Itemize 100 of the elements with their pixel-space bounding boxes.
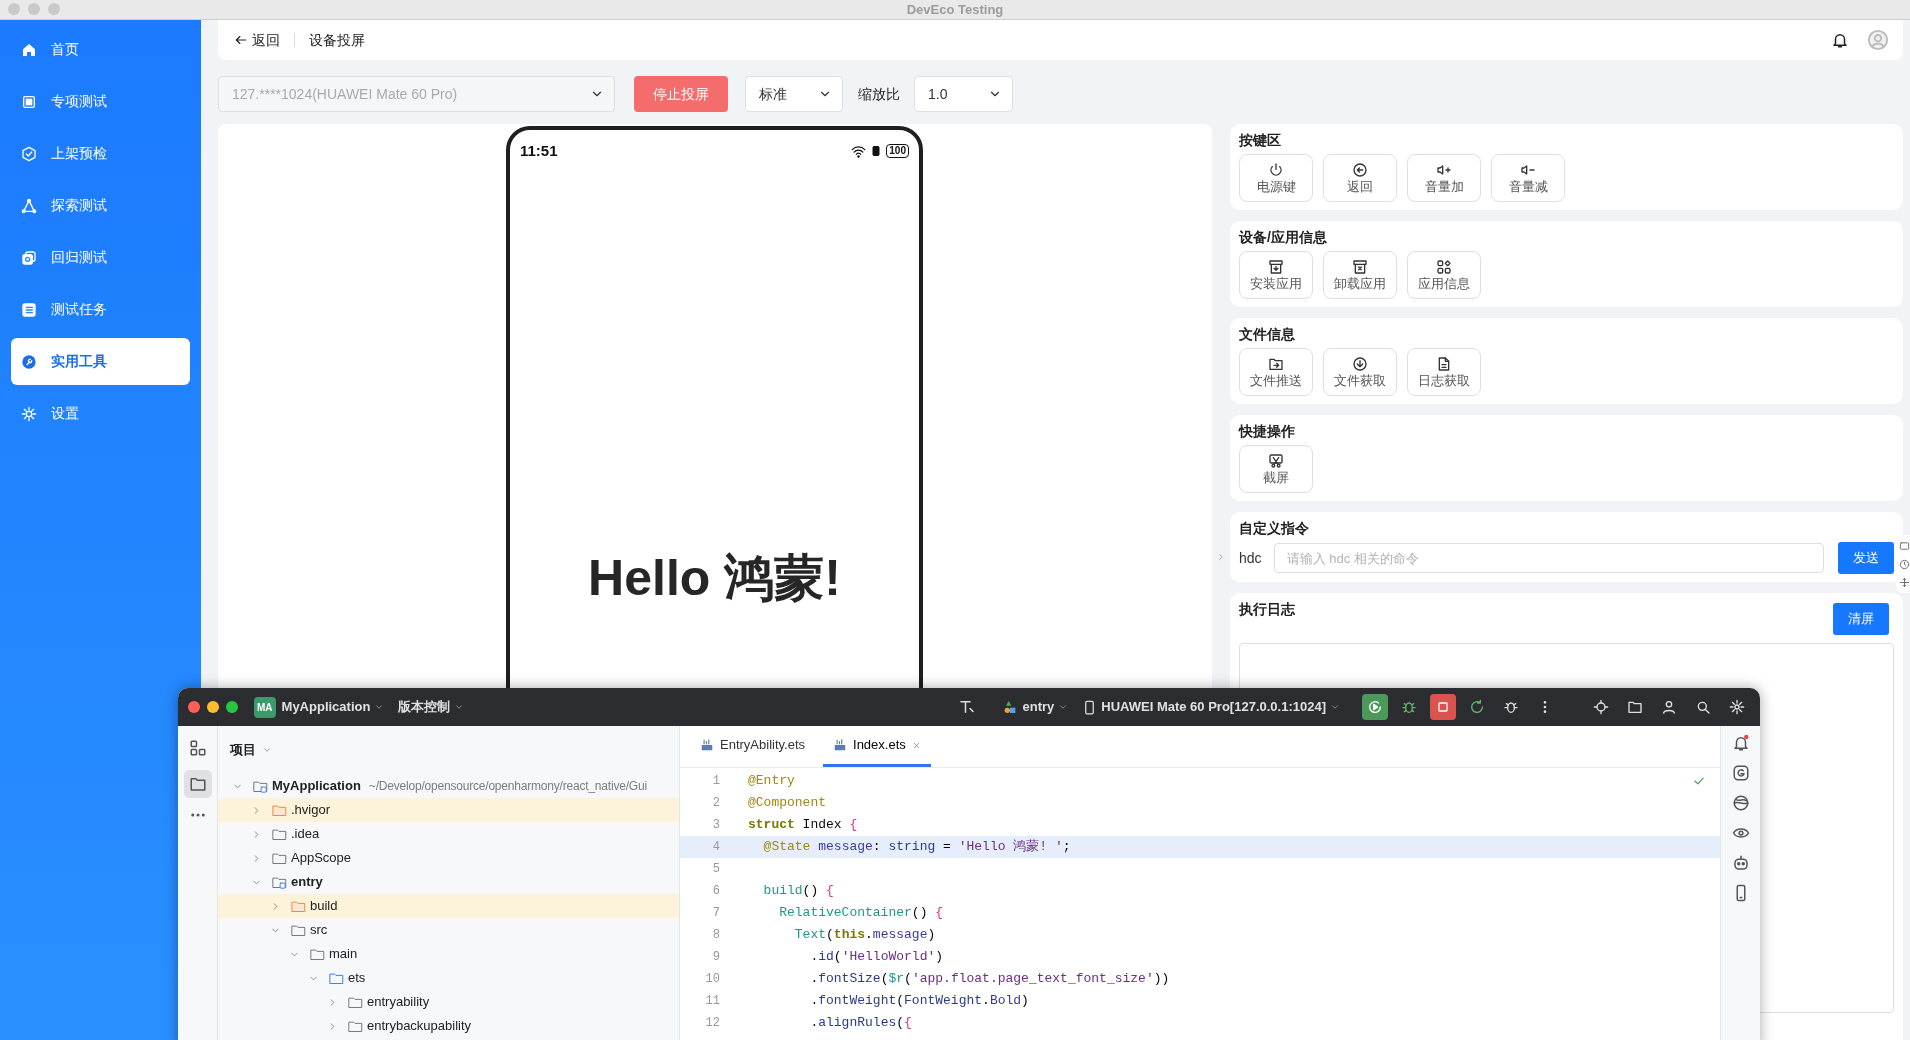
tool-button[interactable]: 电源键 — [1239, 154, 1313, 202]
sidebar-item[interactable]: 首页 — [11, 26, 190, 73]
command-prefix: hdc — [1239, 548, 1262, 568]
vcs-dropdown[interactable]: 版本控制 — [398, 697, 465, 717]
scissors-icon — [1268, 452, 1284, 469]
code-line: .fontSize($r('app.float.page_text_font_size')) — [809, 970, 1170, 989]
clock-icon[interactable] — [1899, 558, 1910, 570]
ets-file-icon — [700, 738, 714, 752]
sidebar-item[interactable]: 专项测试 — [11, 78, 190, 125]
ets-file-icon — [833, 738, 847, 752]
line-number: 8 — [711, 927, 720, 944]
tool-button[interactable]: 应用信息 — [1407, 251, 1481, 299]
download-circle-icon — [1352, 355, 1368, 372]
window-control[interactable] — [207, 701, 219, 713]
line-number: 12 — [704, 1015, 720, 1032]
bug-icon[interactable] — [1401, 699, 1417, 715]
bell-icon[interactable] — [1731, 734, 1750, 752]
code-line: @Entry — [748, 772, 795, 791]
tool-button[interactable]: 安装应用 — [1239, 251, 1313, 299]
tool-window-button[interactable] — [183, 770, 212, 798]
run-config-dropdown[interactable]: entry — [1002, 697, 1069, 717]
person-icon[interactable] — [1661, 699, 1677, 715]
g-letter-icon[interactable] — [1731, 764, 1750, 782]
tree-item[interactable]: entry — [291, 872, 323, 892]
clear-button[interactable]: 清屏 — [1833, 603, 1889, 635]
code-line: Text(this.message) — [793, 926, 936, 945]
code-line: struct Index { — [748, 816, 858, 835]
line-number: 3 — [711, 817, 720, 834]
sidebar-item[interactable]: 测试任务 — [11, 286, 190, 333]
code-line: build() { — [762, 882, 834, 901]
run-icon — [1367, 699, 1383, 715]
pane-title[interactable]: 项目 — [230, 740, 256, 760]
send-button[interactable]: 发送 — [1838, 542, 1894, 574]
chevron-down-icon — [1330, 702, 1340, 712]
tool-button[interactable]: 文件推送 — [1239, 348, 1313, 396]
chevron-down-icon — [454, 702, 465, 712]
project-badge: MA — [254, 696, 276, 718]
project-path: ~/Develop/opensource/openharmony/react_native/Gui — [368, 778, 647, 795]
tree-item[interactable]: build — [310, 896, 338, 916]
tool-button[interactable]: 文件获取 — [1323, 348, 1397, 396]
robot-icon[interactable] — [1731, 854, 1750, 872]
chevron-down-icon — [1058, 702, 1069, 712]
tree-item[interactable]: ets — [348, 968, 366, 988]
editor-tab[interactable]: EntryAbility.ets — [690, 726, 815, 767]
window-control[interactable] — [188, 701, 200, 713]
line-number: 2 — [711, 795, 720, 812]
device-dropdown[interactable]: HUAWEI Mate 60 Pro[127.0.0.1:1024] — [1082, 697, 1340, 717]
zoom-select[interactable]: 1.0 — [914, 76, 1013, 112]
window-control[interactable] — [226, 701, 238, 713]
code-line: @State message: string = 'Hello 鸿蒙! '; — [762, 838, 1071, 857]
arrow-left-icon — [234, 33, 248, 47]
sidebar-item[interactable]: 实用工具 — [11, 338, 190, 385]
back-link[interactable]: 返回 — [234, 29, 280, 51]
tool-button[interactable]: 返回 — [1323, 154, 1397, 202]
section-title: 文件信息 — [1239, 325, 1296, 344]
folder-icon[interactable] — [1627, 699, 1643, 715]
sidebar-item[interactable]: 探索测试 — [11, 182, 190, 229]
wifi-icon — [851, 143, 867, 159]
target-icon[interactable] — [1593, 699, 1609, 715]
tree-item[interactable]: main — [329, 944, 358, 964]
tool-button[interactable]: 截屏 — [1239, 445, 1313, 493]
move-icon[interactable] — [1899, 576, 1910, 588]
triangle-nodes-icon — [21, 197, 37, 214]
tool-button[interactable]: 音量减 — [1491, 154, 1565, 202]
hello-text: Hello 鸿蒙! — [587, 548, 842, 608]
tree-item[interactable]: .idea — [291, 824, 320, 844]
tree-item[interactable]: entryability — [367, 992, 430, 1012]
bell-icon[interactable] — [1831, 31, 1849, 49]
editor-tab[interactable]: Index.ets — [823, 726, 931, 767]
tree-item[interactable]: src — [310, 920, 328, 940]
rerun-icon[interactable] — [1469, 699, 1485, 715]
home-icon — [21, 41, 37, 58]
back-circle-icon — [1352, 161, 1368, 178]
line-number: 6 — [711, 883, 720, 900]
sidebar-item[interactable]: 设置 — [11, 390, 190, 437]
search-icon[interactable] — [1695, 699, 1711, 715]
stacked-squares-icon — [21, 249, 37, 266]
settings-icon[interactable] — [1729, 699, 1745, 715]
command-field[interactable]: 请输入 hdc 相关的命令 — [1273, 543, 1824, 573]
project-dropdown[interactable]: MyApplication — [281, 697, 385, 717]
section-title: 执行日志 — [1239, 600, 1295, 619]
tree-item[interactable]: entrybackupability — [367, 1016, 472, 1036]
stop-icon — [1435, 699, 1451, 715]
quality-select[interactable]: 标准 — [745, 76, 843, 112]
structure-icon — [188, 739, 207, 757]
tool-button[interactable]: 音量加 — [1407, 154, 1481, 202]
tool-button[interactable]: 日志获取 — [1407, 348, 1481, 396]
tree-item[interactable]: AppScope — [291, 848, 351, 868]
line-number: 1 — [711, 773, 720, 790]
tool-button[interactable]: 卸载应用 — [1323, 251, 1397, 299]
tree-item[interactable]: .hvigor — [291, 800, 331, 820]
folder-icon — [188, 775, 207, 793]
stop-button[interactable] — [1430, 694, 1456, 720]
sidebar-item[interactable]: 上架预检 — [11, 130, 190, 177]
tree-item[interactable]: MyApplication — [272, 776, 361, 796]
sidebar-item[interactable]: 回归测试 — [11, 234, 190, 281]
section-title: 自定义指令 — [1239, 519, 1310, 538]
run-button[interactable] — [1362, 694, 1388, 720]
bug-icon[interactable] — [1503, 699, 1519, 715]
globe-icon[interactable] — [1731, 794, 1750, 812]
